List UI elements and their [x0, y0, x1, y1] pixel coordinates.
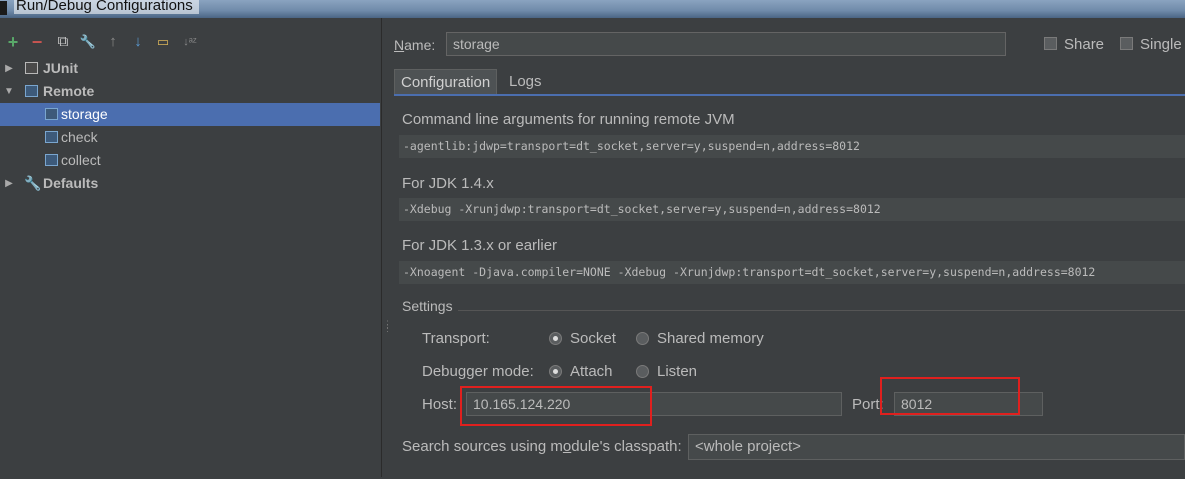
- tree-node-storage[interactable]: storage: [0, 103, 380, 126]
- panel-splitter[interactable]: ⋮ ⋮: [383, 320, 392, 338]
- move-up-icon[interactable]: ↑: [104, 32, 122, 52]
- debugger-listen-radio[interactable]: [636, 365, 649, 378]
- tree-node-label: storage: [61, 106, 108, 122]
- move-down-icon[interactable]: ↓: [129, 32, 147, 52]
- cmd-args-label: Command line arguments for running remot…: [402, 111, 735, 128]
- share-label: Share: [1064, 36, 1105, 53]
- wrench-icon: 🔧: [24, 175, 42, 191]
- window-title-bar: Run/Debug Configurations: [0, 0, 1185, 18]
- transport-shared-memory-radio[interactable]: [636, 332, 649, 345]
- collapse-arrow-icon[interactable]: ▼: [4, 80, 14, 103]
- remote-config-icon: [45, 154, 58, 166]
- host-highlight-box: [460, 386, 652, 426]
- jdk13-field[interactable]: -Xnoagent -Djava.compiler=NONE -Xdebug -…: [399, 261, 1185, 284]
- classpath-label: Search sources using module's classpath:: [402, 438, 682, 455]
- sort-icon[interactable]: ↓ᵃᶻ: [179, 32, 201, 52]
- remote-icon: [25, 85, 38, 97]
- jdk14-label: For JDK 1.4.x: [402, 175, 494, 192]
- tree-node-label: check: [61, 129, 98, 145]
- name-field[interactable]: storage: [446, 32, 1006, 56]
- jdk14-field[interactable]: -Xdebug -Xrunjdwp:transport=dt_socket,se…: [399, 198, 1185, 221]
- tree-node-label: JUnit: [43, 60, 78, 76]
- tab-logs[interactable]: Logs: [503, 69, 548, 94]
- tree-node-collect[interactable]: collect: [0, 149, 380, 172]
- copy-icon[interactable]: ⧉: [54, 32, 72, 52]
- expand-arrow-icon[interactable]: ▶: [4, 57, 14, 80]
- tree-node-label: Remote: [43, 83, 95, 99]
- configurations-panel: + − ⧉ 🔧 ↑ ↓ ▭ ↓ᵃᶻ ▶ JUnit ▼ Remote stora…: [0, 18, 382, 477]
- share-checkbox[interactable]: [1044, 37, 1057, 50]
- name-label: Name:: [394, 37, 436, 53]
- settings-divider: [458, 310, 1185, 311]
- port-label: Port:: [852, 396, 884, 413]
- folder-icon[interactable]: ▭: [154, 32, 172, 52]
- transport-shared-memory-label: Shared memory: [657, 330, 764, 347]
- transport-label: Transport:: [422, 330, 490, 347]
- app-icon: [0, 1, 7, 15]
- single-instance-checkbox[interactable]: [1120, 37, 1133, 50]
- expand-arrow-icon[interactable]: ▶: [4, 172, 14, 195]
- classpath-module-dropdown[interactable]: <whole project>: [688, 434, 1185, 460]
- transport-socket-radio[interactable]: [549, 332, 562, 345]
- tree-node-defaults[interactable]: ▶ 🔧 Defaults: [0, 172, 380, 195]
- tree-node-junit[interactable]: ▶ JUnit: [0, 57, 380, 80]
- debugger-mode-label: Debugger mode:: [422, 363, 534, 380]
- jdk13-label: For JDK 1.3.x or earlier: [402, 237, 558, 254]
- tab-configuration[interactable]: Configuration: [394, 69, 498, 94]
- wrench-icon[interactable]: 🔧: [79, 32, 97, 52]
- junit-icon: [25, 62, 38, 74]
- remote-config-icon: [45, 131, 58, 143]
- tree-node-remote[interactable]: ▼ Remote: [0, 80, 380, 103]
- cmd-args-field[interactable]: -agentlib:jdwp=transport=dt_socket,serve…: [399, 135, 1185, 158]
- configurations-toolbar: + − ⧉ 🔧 ↑ ↓ ▭ ↓ᵃᶻ: [0, 32, 380, 52]
- add-icon[interactable]: +: [4, 32, 22, 52]
- host-label: Host:: [422, 396, 458, 413]
- transport-socket-label: Socket: [570, 330, 616, 347]
- remove-icon[interactable]: −: [28, 32, 46, 52]
- debugger-attach-label: Attach: [570, 363, 613, 380]
- debugger-attach-radio[interactable]: [549, 365, 562, 378]
- tree-node-label: collect: [61, 152, 101, 168]
- window-title: Run/Debug Configurations: [14, 0, 199, 14]
- port-highlight-box: [880, 377, 1020, 415]
- debugger-listen-label: Listen: [657, 363, 698, 380]
- settings-group-title: Settings: [402, 298, 453, 314]
- tree-node-label: Defaults: [43, 175, 99, 191]
- single-instance-label: Single: [1140, 36, 1182, 53]
- remote-config-icon: [45, 108, 58, 120]
- tree-node-check[interactable]: check: [0, 126, 380, 149]
